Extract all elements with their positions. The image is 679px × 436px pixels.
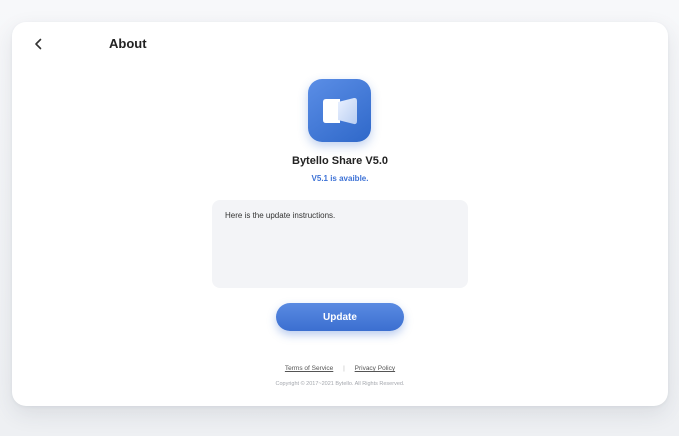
page: About Bytello Share V5.0 V5.1 is avaible… (0, 0, 679, 436)
chevron-left-icon (35, 38, 42, 50)
copyright-text: Copyright © 2017~2021 Bytello. All Right… (275, 381, 405, 387)
terms-of-service-link[interactable]: Terms of Service (285, 365, 333, 372)
update-instructions-box: Here is the update instructions. (212, 200, 468, 288)
update-available-notice: V5.1 is avaible. (311, 174, 369, 183)
app-logo-icon (308, 79, 371, 142)
update-button[interactable]: Update (276, 303, 404, 331)
update-instructions-text: Here is the update instructions. (225, 211, 336, 220)
about-card: About Bytello Share V5.0 V5.1 is avaible… (12, 22, 668, 406)
footer-links: Terms of Service | Privacy Policy (12, 365, 668, 372)
page-title: About (109, 36, 147, 51)
privacy-policy-link[interactable]: Privacy Policy (355, 365, 395, 372)
back-button[interactable] (30, 35, 46, 53)
footer-separator: | (343, 365, 345, 372)
app-name: Bytello Share V5.0 (292, 155, 388, 167)
bytello-share-logo-icon (322, 97, 357, 124)
